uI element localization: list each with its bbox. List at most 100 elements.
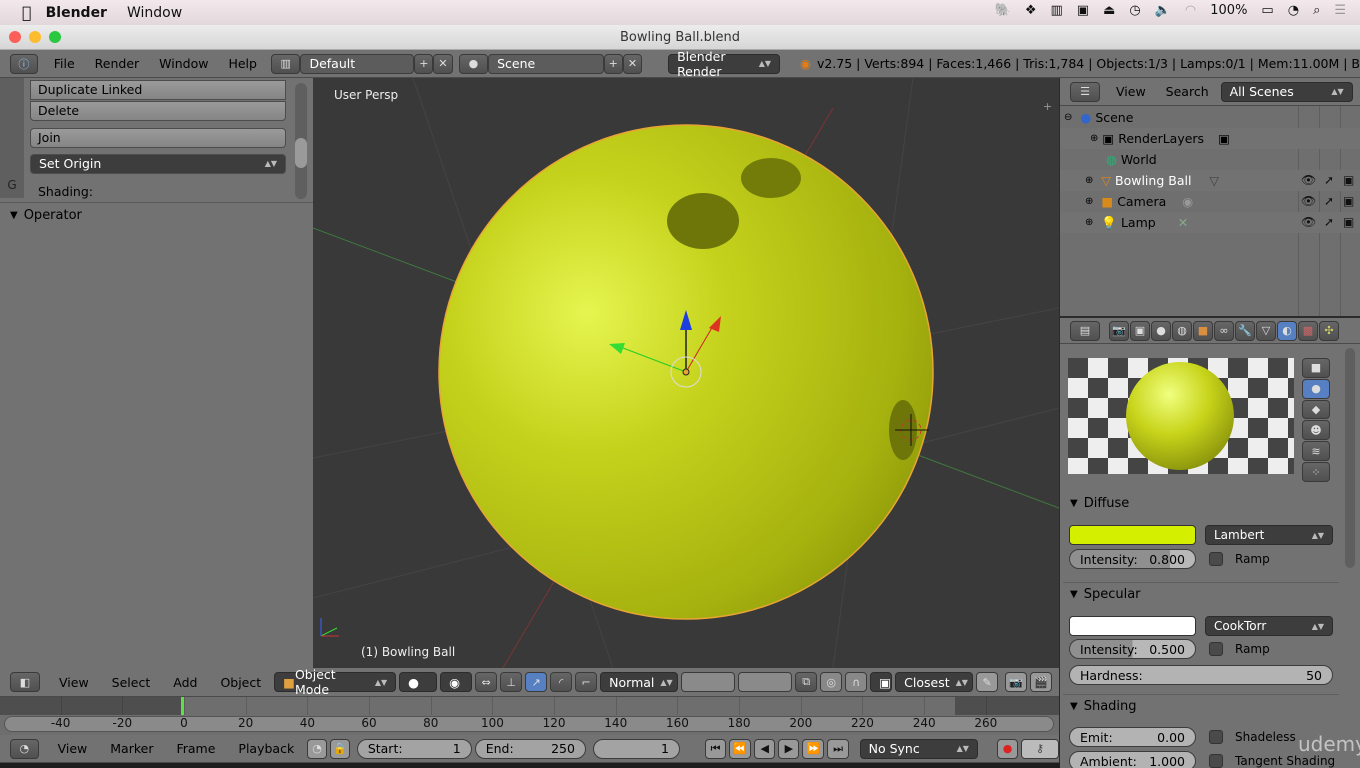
menu-file[interactable]: File xyxy=(44,56,85,71)
airplay-icon[interactable]: ⏏ xyxy=(1103,3,1115,18)
add-scene-button[interactable]: + xyxy=(603,53,623,74)
snap-target-dropdown[interactable]: Closest ▲▼ xyxy=(895,672,974,692)
facetime-icon[interactable]: ▣ xyxy=(1077,3,1089,18)
outliner-item-world[interactable]: ◍ World xyxy=(1060,149,1360,170)
timeline-ruler[interactable] xyxy=(4,716,1054,732)
tab-data[interactable]: ▽ xyxy=(1256,320,1276,341)
timeline[interactable]: -40 -20 0 20 40 60 80 100 120 140 160 180 200 220 240 2… xyxy=(0,697,1059,735)
remove-layout-button[interactable]: ✕ xyxy=(433,53,453,74)
preview-flat-icon[interactable]: ■ xyxy=(1302,358,1330,378)
lock-layers-icon[interactable]: ⧉ xyxy=(795,672,818,692)
scrollbar[interactable] xyxy=(295,83,307,199)
jump-keyframe-back-icon[interactable]: ⏪ xyxy=(729,738,752,759)
jump-end-icon[interactable]: ⏭ xyxy=(827,738,849,759)
mode-dropdown[interactable]: ■ Object Mode ▲▼ xyxy=(274,667,397,697)
orientation-dropdown[interactable]: Normal ▲▼ xyxy=(600,672,679,692)
tab-texture[interactable]: ▩ xyxy=(1298,320,1318,341)
shadeless-checkbox[interactable]: Shadeless xyxy=(1209,730,1296,744)
delete-button[interactable]: Delete xyxy=(30,101,286,121)
preview-sky-icon[interactable]: ⁘ xyxy=(1302,462,1330,482)
render-engine-dropdown[interactable]: Blender Render ▲▼ xyxy=(668,49,781,79)
apple-icon[interactable]:  xyxy=(22,3,32,22)
time-machine-icon[interactable]: ◷ xyxy=(1129,3,1140,18)
editor-type-icon[interactable]: ◧ xyxy=(10,672,40,692)
tab-particles[interactable]: ✣ xyxy=(1319,320,1339,341)
diffuse-panel-header[interactable]: ▼ Diffuse xyxy=(1070,496,1129,511)
specular-shader-dropdown[interactable]: CookTorr ▲▼ xyxy=(1205,616,1333,636)
volume-icon[interactable]: 🔈 xyxy=(1155,3,1171,18)
specular-ramp-checkbox[interactable]: Ramp xyxy=(1209,642,1270,656)
visibility-eye-icon[interactable]: 👁 xyxy=(1301,215,1316,229)
menu-search[interactable]: Search xyxy=(1156,84,1219,99)
diffuse-intensity-slider[interactable]: Intensity: 0.800 xyxy=(1069,549,1196,569)
close-button[interactable] xyxy=(9,31,21,43)
menu-playback[interactable]: Playback xyxy=(228,741,304,756)
viewport-shading-dropdown[interactable]: ● xyxy=(399,672,438,692)
evernote-icon[interactable]: 🐘 xyxy=(995,3,1011,18)
tab-constraints[interactable]: ∞ xyxy=(1214,320,1234,341)
specular-panel-header[interactable]: ▼ Specular xyxy=(1070,587,1141,602)
layout-field[interactable]: Default xyxy=(300,53,415,74)
scene-field[interactable]: Scene xyxy=(488,53,604,74)
hardness-field[interactable]: Hardness: 50 xyxy=(1069,665,1333,685)
add-layout-button[interactable]: + xyxy=(414,53,434,74)
ambient-field[interactable]: Ambient: 1.000 xyxy=(1069,751,1196,768)
diffuse-shader-dropdown[interactable]: Lambert ▲▼ xyxy=(1205,525,1333,545)
lock-icon[interactable]: 🔒 xyxy=(329,738,350,759)
menu-frame[interactable]: Frame xyxy=(166,741,225,756)
keying-icon[interactable]: ⚷ xyxy=(1021,738,1059,759)
opengl-render-icon[interactable]: ✎ xyxy=(976,672,999,692)
rotate-icon[interactable]: ◜ xyxy=(550,672,573,692)
layers-grid-2[interactable] xyxy=(738,672,793,692)
diffuse-color-swatch[interactable] xyxy=(1069,525,1196,545)
menu-view[interactable]: View xyxy=(48,741,98,756)
preview-range-icon[interactable]: ◔ xyxy=(307,738,327,759)
render-image-icon[interactable]: 📷 xyxy=(1005,672,1028,692)
emit-field[interactable]: Emit: 0.00 xyxy=(1069,727,1196,747)
visibility-eye-icon[interactable]: 👁 xyxy=(1301,173,1316,187)
menu-window[interactable]: Window xyxy=(127,5,182,21)
snap-element-dropdown[interactable]: ▣ xyxy=(870,672,893,692)
battery-icon[interactable]: ▭ xyxy=(1261,3,1273,18)
scale-icon[interactable]: ⌐ xyxy=(575,672,598,692)
3d-viewport[interactable]: User Persp (1) Bowling Ball + xyxy=(313,78,1059,668)
timeline-editor-icon[interactable]: ◔ xyxy=(10,738,39,759)
tab-scene[interactable]: ● xyxy=(1151,320,1171,341)
tab-modifiers[interactable]: 🔧 xyxy=(1235,320,1255,341)
end-frame-field[interactable]: End: 250 xyxy=(474,738,586,759)
menu-object[interactable]: Object xyxy=(210,675,271,690)
tangent-shading-checkbox[interactable]: Tangent Shading xyxy=(1209,754,1335,768)
selectable-cursor-icon[interactable]: ➚ xyxy=(1324,215,1334,229)
renderable-camera-icon[interactable]: ▣ xyxy=(1343,215,1354,229)
scene-icon[interactable]: ● xyxy=(458,53,489,74)
properties-scrollbar[interactable] xyxy=(1345,348,1355,568)
menu-window[interactable]: Window xyxy=(149,56,218,71)
app-menu[interactable]: Blender xyxy=(46,5,107,21)
record-icon[interactable]: ● xyxy=(996,738,1019,759)
dropbox-icon[interactable]: ❖ xyxy=(1025,3,1037,18)
list-icon[interactable]: ☰ xyxy=(1334,3,1346,18)
search-icon[interactable]: ⌕ xyxy=(1313,3,1320,18)
render-animation-icon[interactable]: 🎬 xyxy=(1030,672,1053,692)
selectable-cursor-icon[interactable]: ➚ xyxy=(1324,173,1334,187)
tab-render-layers[interactable]: ▣ xyxy=(1130,320,1150,341)
zoom-button[interactable] xyxy=(49,31,61,43)
tab-render[interactable]: 📷 xyxy=(1109,320,1129,341)
proportional-edit-icon[interactable]: ◎ xyxy=(820,672,843,692)
checkbox[interactable] xyxy=(1209,642,1223,656)
play-reverse-icon[interactable]: ◀ xyxy=(754,738,776,759)
minimize-button[interactable] xyxy=(29,31,41,43)
manipulator-toggle[interactable]: ⇔ xyxy=(475,672,498,692)
duplicate-linked-button[interactable]: Duplicate Linked xyxy=(30,80,286,100)
menu-render[interactable]: Render xyxy=(85,56,150,71)
checkbox[interactable] xyxy=(1209,730,1223,744)
selectable-cursor-icon[interactable]: ➚ xyxy=(1324,194,1334,208)
sync-dropdown[interactable]: No Sync ▲▼ xyxy=(859,738,978,759)
jump-start-icon[interactable]: ⏮ xyxy=(704,738,727,759)
tab-world[interactable]: ◍ xyxy=(1172,320,1192,341)
tab-object[interactable]: ■ xyxy=(1193,320,1213,341)
play-icon[interactable]: ▶ xyxy=(778,738,800,759)
info-editor-icon[interactable]: ⓘ xyxy=(10,53,38,74)
expand-properties-icon[interactable]: + xyxy=(1043,100,1055,113)
specular-color-swatch[interactable] xyxy=(1069,616,1196,636)
